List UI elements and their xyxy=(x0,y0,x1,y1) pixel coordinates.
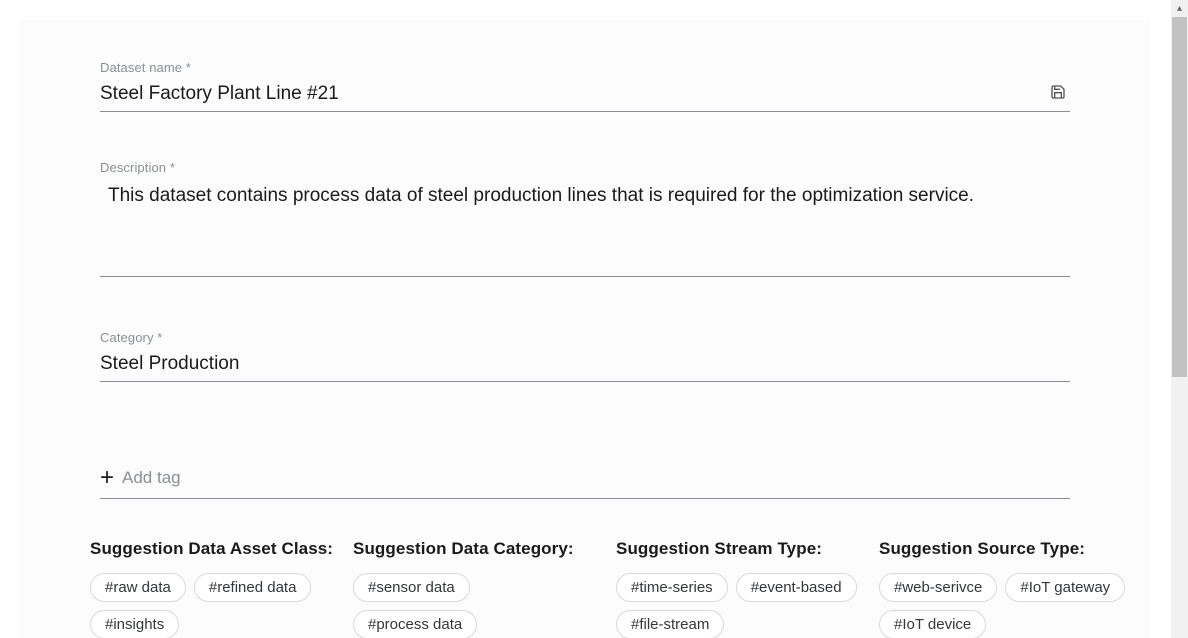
suggestion-stream-type-title: Suggestion Stream Type: xyxy=(616,539,861,559)
tag-chip-data-category[interactable]: #process data xyxy=(353,610,477,638)
suggestions-row: Suggestion Data Asset Class: #raw data#r… xyxy=(90,539,1100,638)
app-viewport: Dataset name * Description * xyxy=(0,0,1188,638)
suggestion-source-type-chips: #web-serivce #IoT gateway #IoT device xyxy=(879,573,1134,638)
scrollbar-thumb[interactable] xyxy=(1172,17,1187,377)
dataset-name-input[interactable] xyxy=(100,81,1070,112)
dataset-name-field: Dataset name * xyxy=(100,60,1070,112)
suggestion-asset-class-col: Suggestion Data Asset Class: #raw data#r… xyxy=(90,539,335,638)
suggestion-asset-class-title: Suggestion Data Asset Class: xyxy=(90,539,335,559)
category-label: Category * xyxy=(100,330,1070,345)
description-input[interactable] xyxy=(100,181,1070,277)
description-label: Description * xyxy=(100,160,1070,175)
tag-chip-source-type[interactable]: #web-serivce xyxy=(879,573,997,602)
suggestion-stream-type-chips: #time-series #event-based #file-stream xyxy=(616,573,861,638)
category-input[interactable] xyxy=(100,351,1070,382)
description-field: Description * xyxy=(100,160,1070,282)
form-card: Dataset name * Description * xyxy=(20,20,1150,638)
tag-chip-source-type[interactable]: #IoT gateway xyxy=(1005,573,1125,602)
tag-chip-stream-type[interactable]: #file-stream xyxy=(616,610,724,638)
plus-icon: + xyxy=(100,466,114,490)
tag-chip-asset-class[interactable]: #raw data xyxy=(90,573,186,602)
tag-chip-asset-class[interactable]: #insights xyxy=(90,610,179,638)
suggestion-source-type-col: Suggestion Source Type: #web-serivce #IoT… xyxy=(879,539,1134,638)
suggestion-data-category-col: Suggestion Data Category: #sensor data #p… xyxy=(353,539,598,638)
suggestion-asset-class-chips: #raw data #refined data #insights xyxy=(90,573,335,638)
save-icon[interactable] xyxy=(1050,84,1066,100)
tag-chip-asset-class[interactable]: #refined data xyxy=(194,573,312,602)
add-tag-field[interactable]: + Add tag xyxy=(100,466,1070,499)
form-inner: Dataset name * Description * xyxy=(20,20,1150,638)
suggestion-data-category-title: Suggestion Data Category: xyxy=(353,539,598,559)
tag-chip-data-category[interactable]: #sensor data xyxy=(353,573,470,602)
category-field: Category * xyxy=(100,330,1070,382)
tag-chip-source-type[interactable]: #IoT device xyxy=(879,610,986,638)
suggestion-data-category-chips: #sensor data#process data#business data xyxy=(353,573,598,638)
add-tag-placeholder: Add tag xyxy=(122,468,181,488)
tag-chip-stream-type[interactable]: #time-series xyxy=(616,573,728,602)
tag-chip-stream-type[interactable]: #event-based xyxy=(736,573,857,602)
scroll-area: Dataset name * Description * xyxy=(0,0,1155,638)
suggestion-stream-type-col: Suggestion Stream Type: #time-series #eve… xyxy=(616,539,861,638)
dataset-name-label: Dataset name * xyxy=(100,60,1070,75)
suggestion-source-type-title: Suggestion Source Type: xyxy=(879,539,1134,559)
scrollbar-up-arrow[interactable]: ▴ xyxy=(1171,0,1188,17)
